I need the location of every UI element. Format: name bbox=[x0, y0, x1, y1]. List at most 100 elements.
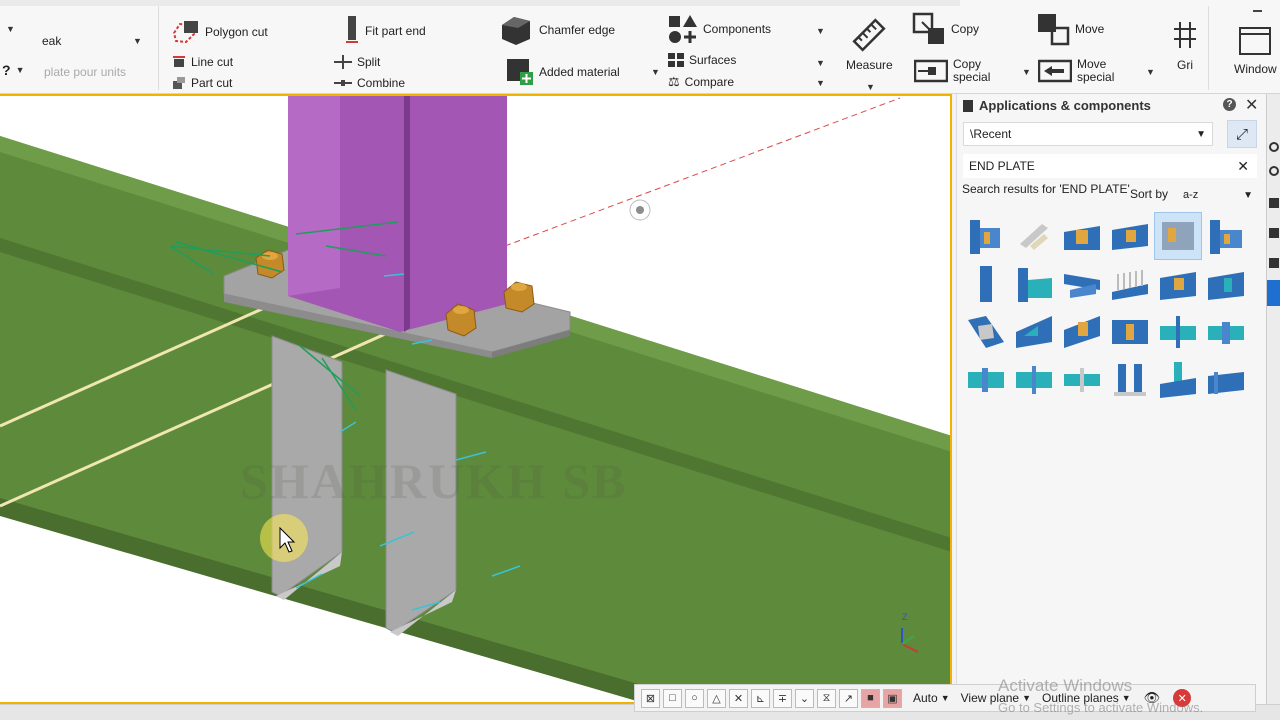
sort-dropdown[interactable]: a-z ▼ bbox=[1177, 184, 1257, 206]
model-viewport[interactable]: SHAHRUKH SB Z bbox=[0, 94, 952, 704]
component-thumbnail[interactable] bbox=[1202, 212, 1250, 260]
component-thumbnail[interactable] bbox=[1202, 308, 1250, 356]
chevron-down-icon: ▼ bbox=[816, 78, 825, 88]
split-button[interactable]: Split bbox=[334, 55, 380, 69]
component-thumbnail[interactable] bbox=[962, 260, 1010, 308]
component-thumbnail[interactable] bbox=[1058, 356, 1106, 404]
component-thumbnail[interactable] bbox=[1154, 260, 1202, 308]
component-thumbnail[interactable] bbox=[1154, 308, 1202, 356]
component-thumbnail[interactable] bbox=[1106, 260, 1154, 308]
help-icon[interactable]: ? bbox=[1223, 98, 1236, 111]
component-thumbnail[interactable] bbox=[962, 356, 1010, 404]
chevron-down-icon: ▼ bbox=[1243, 189, 1253, 201]
components-button[interactable]: Components bbox=[668, 14, 771, 44]
copy-button[interactable]: Copy bbox=[912, 12, 979, 46]
components-icon bbox=[669, 15, 697, 43]
window-button[interactable]: Window bbox=[1234, 26, 1277, 76]
sort-by-label: Sort by bbox=[1130, 187, 1169, 201]
fit-part-end-button[interactable]: Fit part end bbox=[344, 14, 426, 48]
snap-line-extension-icon[interactable]: ∓ bbox=[773, 688, 792, 708]
activate-windows-title: Activate Windows bbox=[998, 676, 1133, 695]
column-flange bbox=[288, 96, 340, 296]
combine-icon bbox=[334, 80, 352, 86]
applications-tab-active[interactable] bbox=[1267, 280, 1280, 306]
split-icon bbox=[334, 55, 352, 69]
compare-button[interactable]: ⚖ Compare bbox=[668, 74, 734, 90]
snap-triangle-icon[interactable]: △ bbox=[707, 688, 726, 708]
component-thumbnail[interactable] bbox=[1154, 356, 1202, 404]
copy-special-button[interactable]: Copy special bbox=[914, 58, 995, 84]
component-thumbnail[interactable] bbox=[1202, 356, 1250, 404]
component-thumbnail[interactable] bbox=[1058, 260, 1106, 308]
polygon-cut-button[interactable]: Polygon cut bbox=[170, 19, 268, 45]
ruler-icon bbox=[852, 18, 886, 52]
views-icon[interactable] bbox=[1269, 228, 1279, 238]
component-thumbnail[interactable] bbox=[1106, 356, 1154, 404]
copy-icon bbox=[912, 12, 944, 44]
search-input[interactable]: END PLATE ✕ bbox=[963, 154, 1257, 178]
component-thumbnail[interactable] bbox=[962, 212, 1010, 260]
chevron-down-icon: ▼ bbox=[133, 36, 142, 46]
close-panel-icon[interactable]: ✕ bbox=[1245, 95, 1258, 115]
component-thumbnail[interactable] bbox=[1106, 212, 1154, 260]
measure-button[interactable]: Measure bbox=[846, 18, 893, 72]
clear-search-icon[interactable]: ✕ bbox=[1237, 158, 1249, 175]
expand-panel-button[interactable]: ⤢ bbox=[1227, 120, 1257, 148]
line-cut-button[interactable]: Line cut bbox=[172, 55, 233, 69]
break-dropdown[interactable]: eak bbox=[42, 34, 61, 48]
snap-free-icon[interactable]: ⌄ bbox=[795, 688, 814, 708]
part-cut-button[interactable]: Part cut bbox=[172, 76, 232, 90]
panel-header: Applications & components bbox=[963, 98, 1151, 113]
part-cut-label: Part cut bbox=[191, 76, 233, 90]
copy-special-label: Copy special bbox=[953, 57, 991, 84]
component-thumbnail[interactable] bbox=[1010, 356, 1058, 404]
snap-nearest-icon[interactable]: ⧖ bbox=[817, 688, 836, 708]
component-thumbnail[interactable] bbox=[1010, 212, 1058, 260]
parts-icon[interactable] bbox=[1269, 198, 1279, 208]
surfaces-button[interactable]: Surfaces bbox=[668, 53, 736, 67]
expand-arrows-icon: ⤢ bbox=[1235, 125, 1248, 143]
snap-intersection-icon[interactable]: ✕ bbox=[729, 688, 748, 708]
auto-dropdown[interactable]: Auto ▼ bbox=[913, 691, 950, 705]
chevron-down-icon: ▼ bbox=[816, 58, 825, 68]
snap-override-icon[interactable]: ↗ bbox=[839, 688, 858, 708]
location-dropdown[interactable]: \Recent ▼ bbox=[963, 122, 1213, 146]
snap-geometry-icon[interactable]: □ bbox=[663, 688, 682, 708]
chamfer-edge-icon bbox=[502, 17, 530, 45]
combine-button[interactable]: Combine bbox=[334, 76, 405, 90]
snap-component-icon[interactable]: ▣ bbox=[883, 688, 902, 708]
settings-icon[interactable] bbox=[1269, 142, 1279, 152]
grid-button[interactable]: Gri bbox=[1172, 20, 1198, 72]
template-dropdown[interactable]: plate pour units bbox=[44, 65, 126, 79]
component-thumbnail[interactable] bbox=[1010, 308, 1058, 356]
component-thumbnail[interactable] bbox=[1202, 260, 1250, 308]
component-thumbnail[interactable] bbox=[1058, 308, 1106, 356]
snap-circle-icon[interactable]: ○ bbox=[685, 688, 704, 708]
window-label: Window bbox=[1234, 62, 1277, 76]
move-special-button[interactable]: Move special bbox=[1038, 58, 1121, 84]
minimize-ribbon-button[interactable] bbox=[1253, 10, 1262, 12]
combine-label: Combine bbox=[357, 76, 406, 90]
component-thumbnail[interactable] bbox=[1106, 308, 1154, 356]
ribbon-left-dropdown[interactable]: ▼ bbox=[6, 24, 15, 34]
snap-reference-icon[interactable]: ⊠ bbox=[641, 688, 660, 708]
chevron-down-icon: ▼ bbox=[1196, 128, 1206, 140]
lists-icon[interactable] bbox=[1269, 258, 1279, 268]
auto-label: Auto bbox=[913, 691, 938, 705]
grid-icon bbox=[1174, 22, 1196, 48]
ribbon-separator bbox=[158, 6, 159, 90]
chamfer-edge-button[interactable]: Chamfer edge bbox=[498, 13, 615, 47]
component-thumbnail[interactable] bbox=[1058, 212, 1106, 260]
split-label: Split bbox=[357, 55, 381, 69]
snap-perpendicular-icon[interactable]: ⊾ bbox=[751, 688, 770, 708]
component-thumbnail-selected[interactable] bbox=[1154, 212, 1202, 260]
help-button[interactable]: ? ▼ bbox=[2, 62, 24, 78]
properties-icon[interactable] bbox=[1269, 166, 1279, 176]
chevron-down-icon: ▼ bbox=[651, 67, 660, 77]
component-thumbnail[interactable] bbox=[962, 308, 1010, 356]
chevron-down-icon: ▼ bbox=[1146, 67, 1155, 77]
move-button[interactable]: Move bbox=[1036, 12, 1104, 46]
snap-part-icon[interactable]: ■ bbox=[861, 688, 880, 708]
added-material-button[interactable]: Added material bbox=[506, 58, 620, 86]
component-thumbnail[interactable] bbox=[1010, 260, 1058, 308]
